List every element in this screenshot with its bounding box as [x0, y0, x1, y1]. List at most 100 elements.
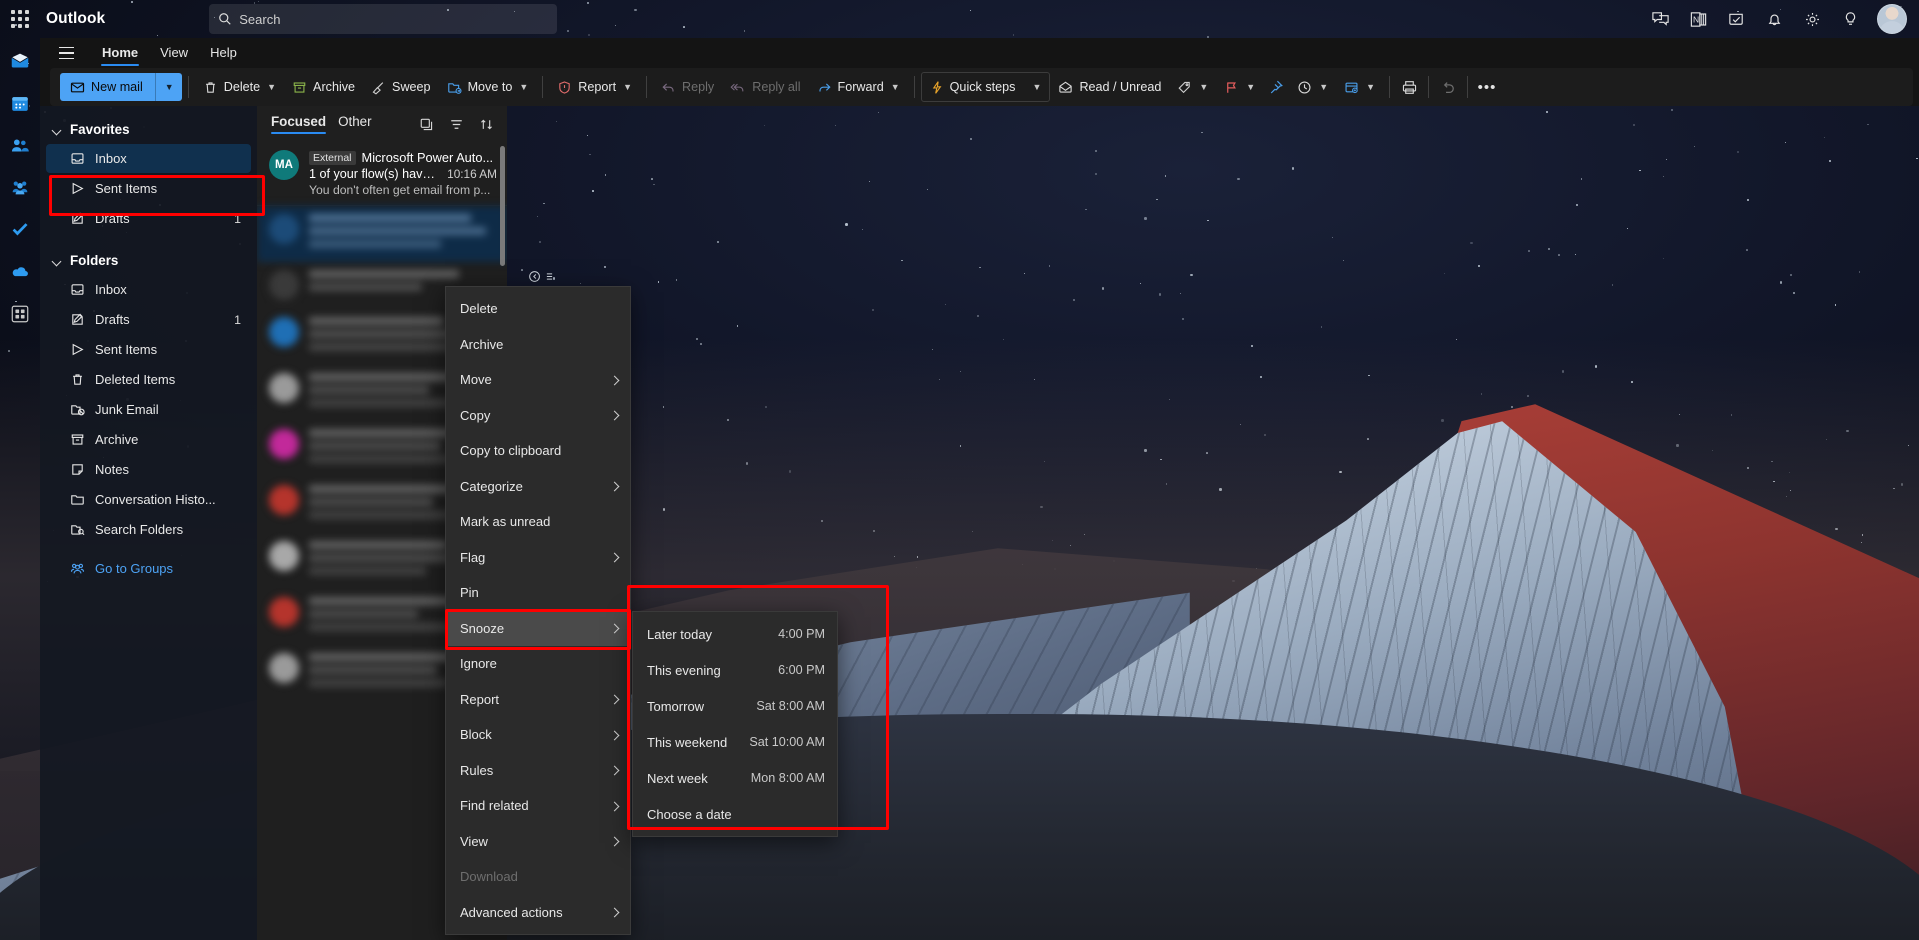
- app-launcher-icon[interactable]: [0, 10, 40, 28]
- archive-button[interactable]: Archive: [284, 73, 363, 101]
- sidebar-item-archive[interactable]: Archive: [46, 425, 251, 454]
- go-to-groups-link[interactable]: Go to Groups: [46, 554, 251, 583]
- rail-mail[interactable]: [4, 46, 36, 78]
- menu-item-copy[interactable]: Copy: [446, 398, 630, 434]
- menu-item-find-related[interactable]: Find related: [446, 788, 630, 824]
- folder-label: Deleted Items: [95, 372, 176, 387]
- snooze-option-choose-a-date[interactable]: Choose a date: [633, 796, 837, 832]
- teams-chat-icon[interactable]: [1643, 2, 1677, 36]
- chevron-down-icon[interactable]: ▼: [891, 82, 900, 92]
- sort-icon[interactable]: [473, 111, 499, 137]
- sidebar-item-inbox-favorite[interactable]: Inbox: [46, 144, 251, 173]
- search-box[interactable]: [209, 4, 558, 34]
- settings-gear-icon[interactable]: [1795, 2, 1829, 36]
- tab-view[interactable]: View: [150, 41, 198, 66]
- list-item[interactable]: MA External Microsoft Power Auto... 1 of…: [257, 142, 507, 206]
- notifications-bell-icon[interactable]: [1757, 2, 1791, 36]
- chevron-down-icon[interactable]: ▼: [267, 82, 276, 92]
- filter-icon[interactable]: [443, 111, 469, 137]
- tab-help[interactable]: Help: [200, 41, 247, 66]
- tips-lightbulb-icon[interactable]: [1833, 2, 1867, 36]
- sweep-button[interactable]: Sweep: [363, 73, 439, 101]
- menu-item-categorize[interactable]: Categorize: [446, 469, 630, 505]
- message-list-scrollbar[interactable]: [500, 146, 505, 266]
- new-mail-dropdown[interactable]: ▼: [154, 73, 182, 101]
- sidebar-item-drafts-favorite[interactable]: Drafts 1: [46, 204, 251, 233]
- sidebar-item-deleted-items[interactable]: Deleted Items: [46, 365, 251, 394]
- menu-item-pin[interactable]: Pin: [446, 575, 630, 611]
- pivot-focused[interactable]: Focused: [271, 114, 327, 134]
- chevron-down-icon[interactable]: ▼: [623, 82, 632, 92]
- rail-apps[interactable]: [4, 298, 36, 330]
- sidebar-item-sent-items-favorite[interactable]: Sent Items: [46, 174, 251, 203]
- print-button[interactable]: [1396, 74, 1422, 100]
- menu-item-move[interactable]: Move: [446, 362, 630, 398]
- avatar[interactable]: [1877, 4, 1907, 34]
- onenote-icon[interactable]: N: [1681, 2, 1715, 36]
- new-mail-button[interactable]: New mail: [60, 73, 155, 101]
- chevron-down-icon[interactable]: ▼: [1246, 82, 1255, 92]
- sidebar-item-conversation-history[interactable]: Conversation Histo...: [46, 485, 251, 514]
- pivot-other[interactable]: Other: [338, 114, 372, 134]
- sidebar-item-sent-items[interactable]: Sent Items: [46, 335, 251, 364]
- tab-home[interactable]: Home: [92, 41, 148, 66]
- quick-steps-button[interactable]: Quick steps: [922, 73, 1024, 101]
- search-input[interactable]: [239, 11, 549, 27]
- read-unread-button[interactable]: Read / Unread: [1050, 73, 1169, 101]
- pin-button[interactable]: [1263, 74, 1289, 100]
- sidebar-item-search-folders[interactable]: Search Folders: [46, 515, 251, 544]
- menu-item-delete[interactable]: Delete: [446, 291, 630, 327]
- report-button[interactable]: Report ▼: [549, 73, 640, 101]
- rules-button[interactable]: ▼: [1336, 73, 1383, 101]
- rail-calendar[interactable]: [4, 88, 36, 120]
- folders-group-header[interactable]: Folders: [40, 247, 257, 274]
- menu-item-mark-as-unread[interactable]: Mark as unread: [446, 504, 630, 540]
- menu-item-rules[interactable]: Rules: [446, 753, 630, 789]
- menu-item-ignore[interactable]: Ignore: [446, 646, 630, 682]
- folder-label: Drafts: [95, 312, 130, 327]
- chevron-down-icon[interactable]: ▼: [519, 82, 528, 92]
- sidebar-item-junk-email[interactable]: Junk Email: [46, 395, 251, 424]
- menu-item-archive[interactable]: Archive: [446, 327, 630, 363]
- menu-item-advanced-actions[interactable]: Advanced actions: [446, 895, 630, 931]
- chevron-down-icon[interactable]: ▼: [1366, 82, 1375, 92]
- snooze-option-tomorrow[interactable]: Tomorrow Sat 8:00 AM: [633, 688, 837, 724]
- delete-button[interactable]: Delete ▼: [195, 73, 284, 101]
- rail-onedrive[interactable]: [4, 256, 36, 288]
- sidebar-item-notes[interactable]: Notes: [46, 455, 251, 484]
- rail-todo[interactable]: [4, 214, 36, 246]
- forward-button[interactable]: Forward ▼: [809, 73, 908, 101]
- conversation-view-icon[interactable]: [413, 111, 439, 137]
- chevron-down-icon[interactable]: ▼: [1319, 82, 1328, 92]
- reply-all-label: Reply all: [752, 80, 801, 94]
- todo-icon[interactable]: [1719, 2, 1753, 36]
- menu-item-flag[interactable]: Flag: [446, 540, 630, 576]
- snooze-option-this-evening[interactable]: This evening 6:00 PM: [633, 652, 837, 688]
- snooze-option-this-weekend[interactable]: This weekend Sat 10:00 AM: [633, 724, 837, 760]
- hamburger-menu-icon[interactable]: [50, 40, 82, 66]
- menu-item-view[interactable]: View: [446, 824, 630, 860]
- more-options-button[interactable]: •••: [1474, 74, 1500, 100]
- chevron-down-icon[interactable]: ▼: [1199, 82, 1208, 92]
- snooze-button[interactable]: ▼: [1289, 73, 1336, 101]
- collapse-pane-icon[interactable]: [528, 269, 553, 284]
- move-to-button[interactable]: Move to ▼: [439, 73, 537, 101]
- sidebar-item-inbox[interactable]: Inbox: [46, 275, 251, 304]
- snooze-option-next-week[interactable]: Next week Mon 8:00 AM: [633, 760, 837, 796]
- menu-item-copy-to-clipboard[interactable]: Copy to clipboard: [446, 433, 630, 469]
- menu-item-report[interactable]: Report: [446, 682, 630, 718]
- flag-icon: [1224, 80, 1239, 95]
- rail-groups[interactable]: [4, 172, 36, 204]
- menu-item-label: Block: [460, 727, 492, 743]
- rail-people[interactable]: [4, 130, 36, 162]
- tag-button[interactable]: ▼: [1169, 73, 1216, 101]
- quick-steps-dropdown[interactable]: ▼: [1023, 74, 1049, 100]
- menu-item-snooze[interactable]: Snooze: [446, 610, 630, 646]
- favorites-group-header[interactable]: Favorites: [40, 116, 257, 143]
- flag-button[interactable]: ▼: [1216, 73, 1263, 101]
- sidebar-item-drafts[interactable]: Drafts 1: [46, 305, 251, 334]
- list-item[interactable]: [257, 206, 507, 262]
- menu-item-label: Pin: [460, 585, 479, 601]
- snooze-option-later-today[interactable]: Later today 4:00 PM: [633, 616, 837, 652]
- menu-item-block[interactable]: Block: [446, 717, 630, 753]
